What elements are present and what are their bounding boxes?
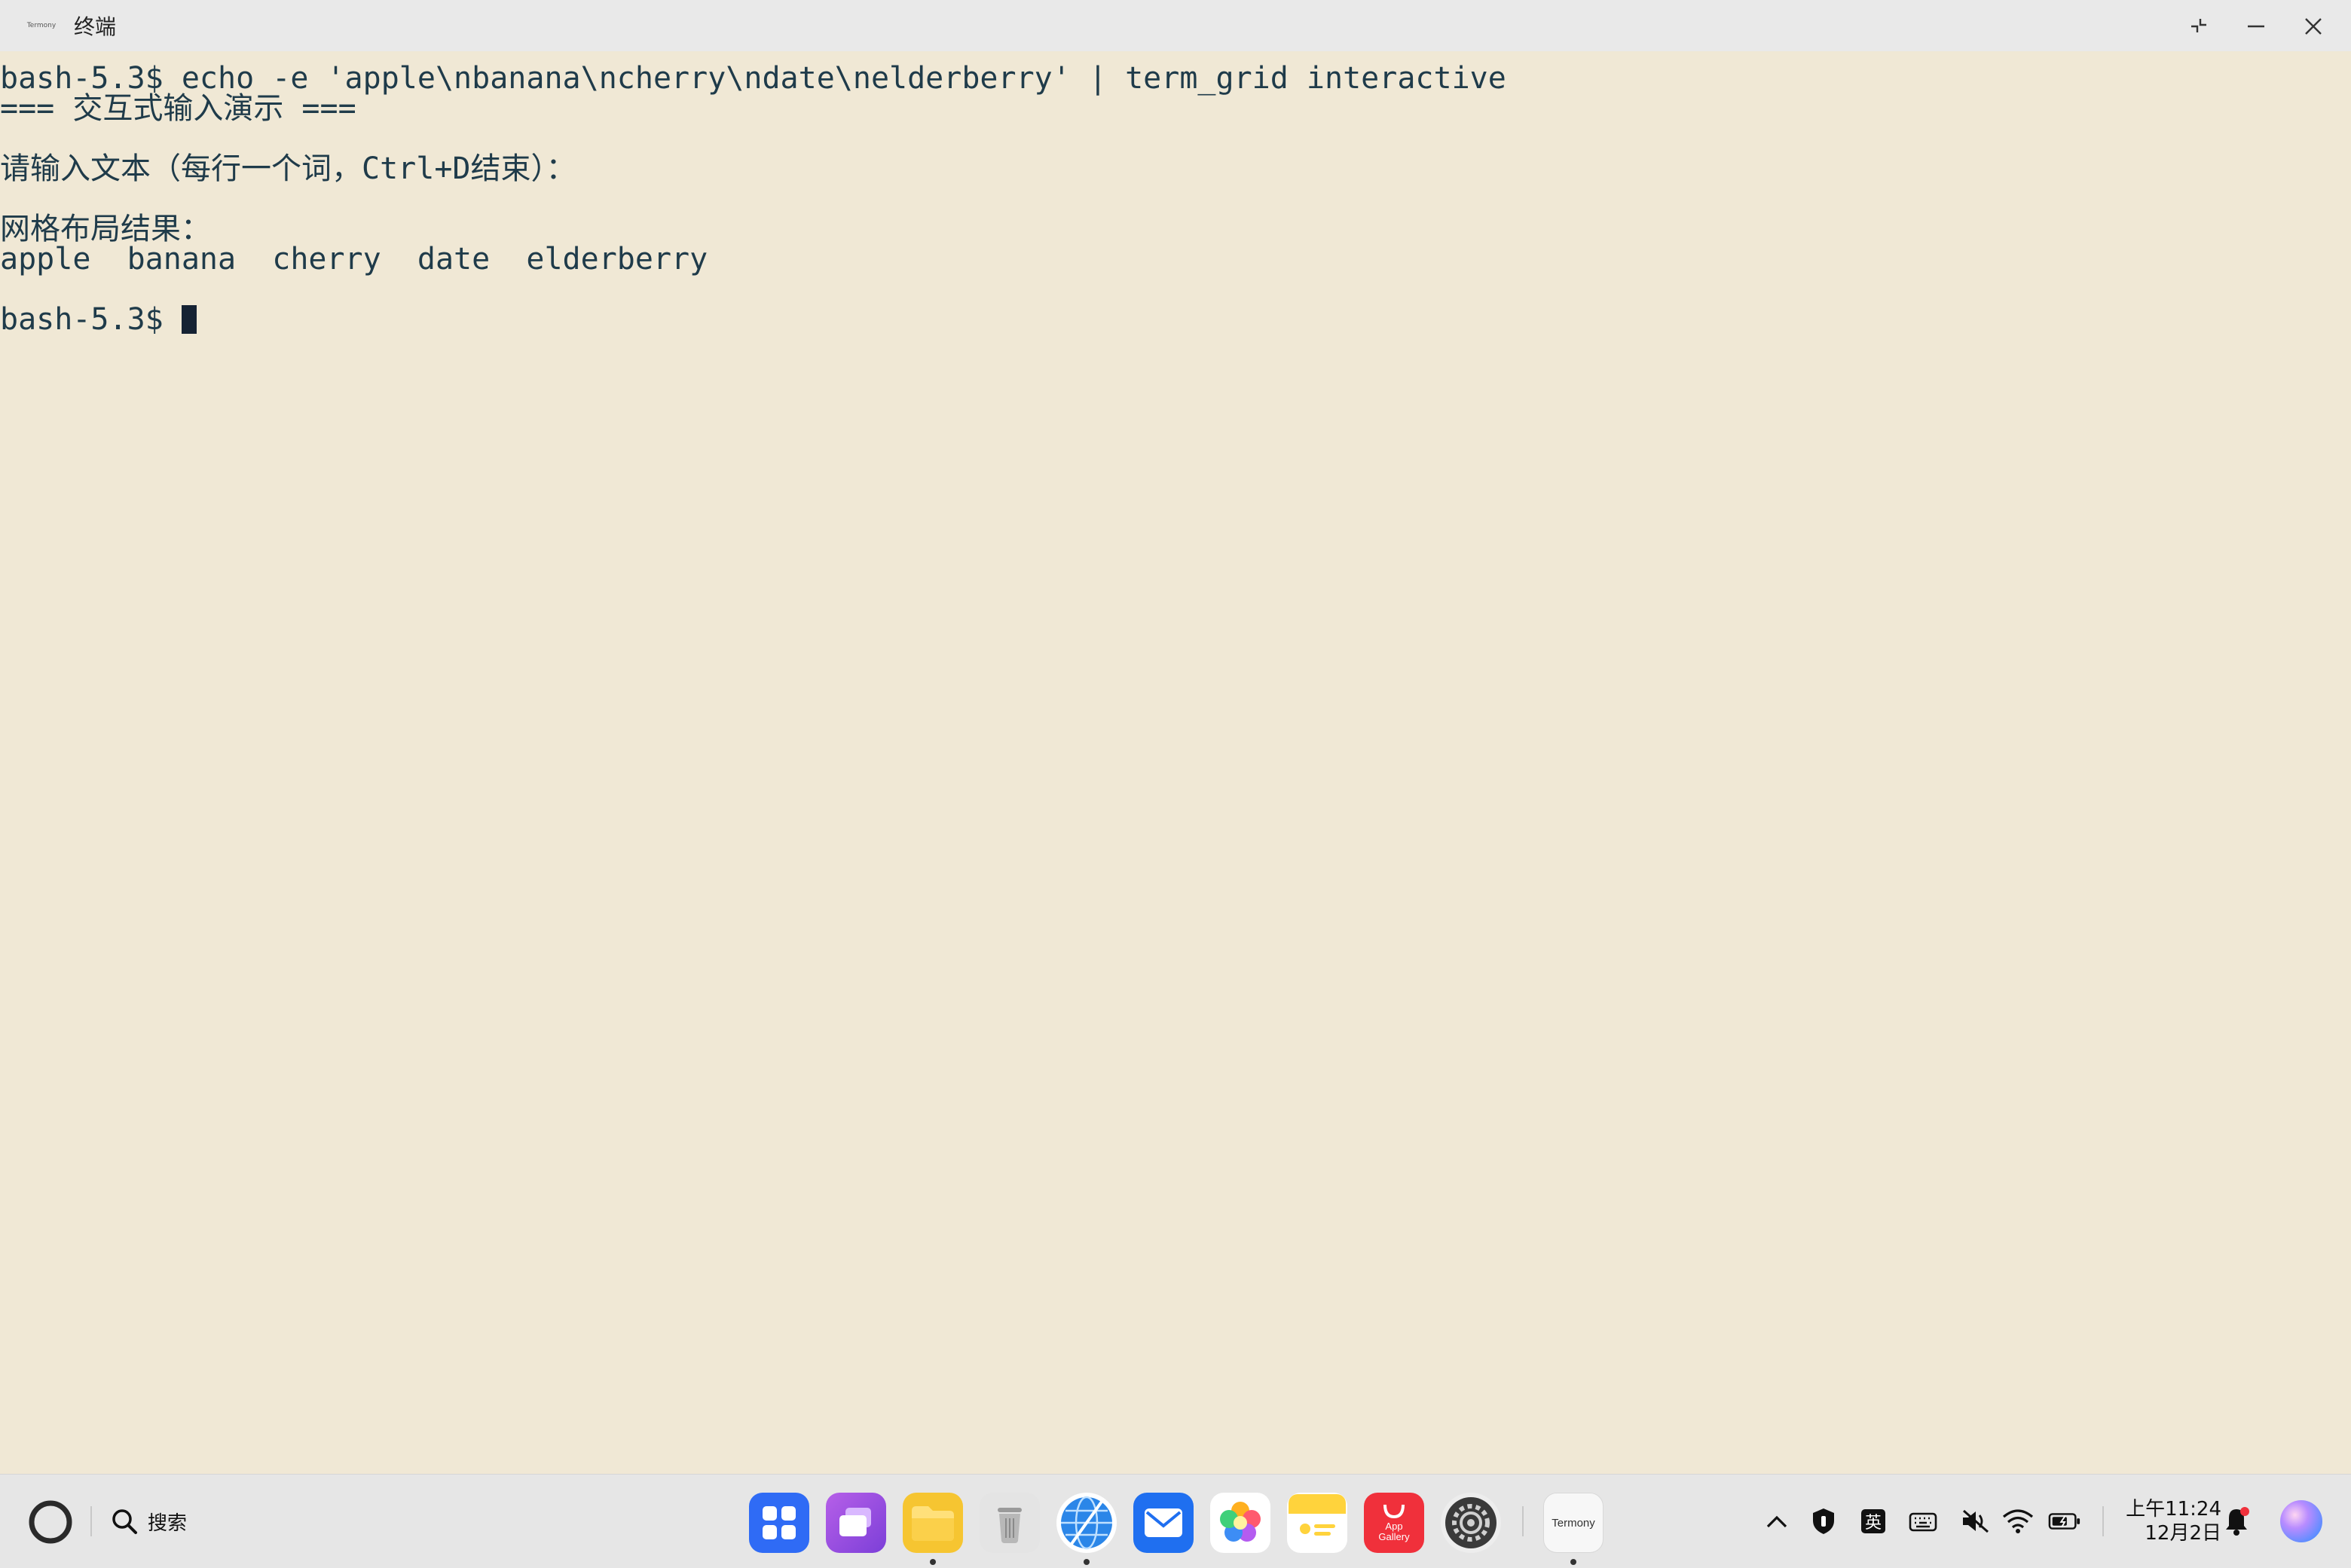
search-icon (112, 1509, 137, 1534)
terminal-cursor (181, 305, 197, 334)
keyboard-tray-button[interactable] (1906, 1505, 1940, 1538)
mail-app-icon[interactable] (1133, 1493, 1194, 1553)
termony-app-icon: Termony (27, 17, 56, 35)
assistant-button[interactable] (2279, 1499, 2324, 1544)
clock-time: 上午11:24 (2126, 1498, 2221, 1521)
search-label: 搜索 (148, 1511, 188, 1535)
minimize-button[interactable] (2233, 8, 2279, 45)
settings-app-icon[interactable] (1441, 1493, 1501, 1553)
terminal-line-current-prompt: bash-5.3$ (0, 304, 197, 335)
wifi-icon (2002, 1509, 2034, 1533)
browser-app-icon[interactable] (1056, 1493, 1117, 1553)
wifi-tray-button[interactable] (2001, 1505, 2035, 1538)
shell-prompt: bash-5.3$ (0, 302, 182, 337)
notes-app-icon[interactable] (1287, 1493, 1347, 1553)
folder-icon (912, 1506, 954, 1541)
terminal-line-grid-output: apple banana cherry date elderberry (0, 242, 708, 277)
battery-tray-button[interactable] (2048, 1505, 2081, 1538)
bell-icon (2226, 1507, 2249, 1536)
battery-charging-icon (2048, 1513, 2080, 1530)
termony-label: Termony (1552, 1516, 1595, 1530)
flower-icon (1220, 1502, 1261, 1542)
grid-icon (763, 1506, 796, 1539)
ime-tray-button[interactable]: 英 (1857, 1505, 1890, 1538)
notes-icon (1289, 1494, 1346, 1536)
launcher-app-icon[interactable] (749, 1493, 809, 1553)
running-indicator (1084, 1559, 1090, 1565)
start-ring-icon (29, 1500, 72, 1544)
app-gallery-app-icon[interactable]: App Gallery (1364, 1493, 1424, 1553)
windows-stack-icon (839, 1508, 871, 1536)
assistant-orb-icon (2280, 1500, 2322, 1542)
close-icon (2305, 18, 2322, 35)
gear-icon (1445, 1497, 1497, 1548)
terminal-line-prompt-text: 请输入文本（每行一个词，Ctrl+D结束）： (0, 151, 576, 186)
restore-button[interactable] (2176, 8, 2221, 45)
tray-expand-button[interactable] (1760, 1505, 1793, 1538)
app-icon-label: Termony (26, 22, 57, 29)
globe-icon (1061, 1496, 1112, 1550)
files-app-icon[interactable] (903, 1493, 963, 1553)
trash-icon (998, 1508, 1022, 1543)
restore-icon (2191, 19, 2206, 32)
trash-app-icon[interactable] (980, 1493, 1040, 1553)
clock[interactable]: 上午11:24 12月2日 (2116, 1497, 2221, 1545)
window-title: 终端 (74, 14, 117, 39)
terminal-line-header: === 交互式输入演示 === (0, 91, 356, 126)
chevron-up-icon (1766, 1515, 1787, 1528)
search-button[interactable]: 搜索 (110, 1502, 187, 1541)
keyboard-icon (1909, 1512, 1937, 1532)
shopping-bag-icon (1383, 1504, 1405, 1519)
gallery-app-icon[interactable] (1210, 1493, 1270, 1553)
title-bar: Termony 终端 (0, 0, 2351, 51)
envelope-icon (1145, 1508, 1182, 1537)
separator (2102, 1506, 2104, 1536)
terminal-line-command: bash-5.3$ echo -e 'apple\nbanana\ncherry… (0, 61, 1506, 96)
minimize-icon (2248, 25, 2264, 28)
volume-tray-button[interactable] (1959, 1505, 1992, 1538)
multitask-app-icon[interactable] (826, 1493, 886, 1553)
termony-app-icon[interactable]: Termony (1543, 1493, 1604, 1553)
separator (1522, 1506, 1524, 1536)
security-tray-button[interactable] (1807, 1505, 1840, 1538)
shield-icon (1813, 1508, 1834, 1534)
ime-badge: 英 (1861, 1509, 1885, 1533)
terminal-area[interactable]: bash-5.3$ echo -e 'apple\nbanana\ncherry… (0, 51, 2351, 1474)
start-button[interactable] (27, 1499, 74, 1545)
volume-muted-icon (1963, 1509, 1989, 1533)
separator (90, 1506, 92, 1536)
taskbar: 搜索 App Gallery Termony 英 上午11:24 12月2日 (0, 1474, 2351, 1568)
running-indicator (1570, 1559, 1576, 1565)
close-button[interactable] (2291, 8, 2336, 45)
app-gallery-label: App Gallery (1378, 1521, 1410, 1542)
running-indicator (930, 1559, 936, 1565)
notifications-tray-button[interactable] (2220, 1505, 2253, 1538)
clock-date: 12月2日 (2145, 1522, 2221, 1545)
terminal-line-result-label: 网格布局结果： (0, 212, 211, 246)
